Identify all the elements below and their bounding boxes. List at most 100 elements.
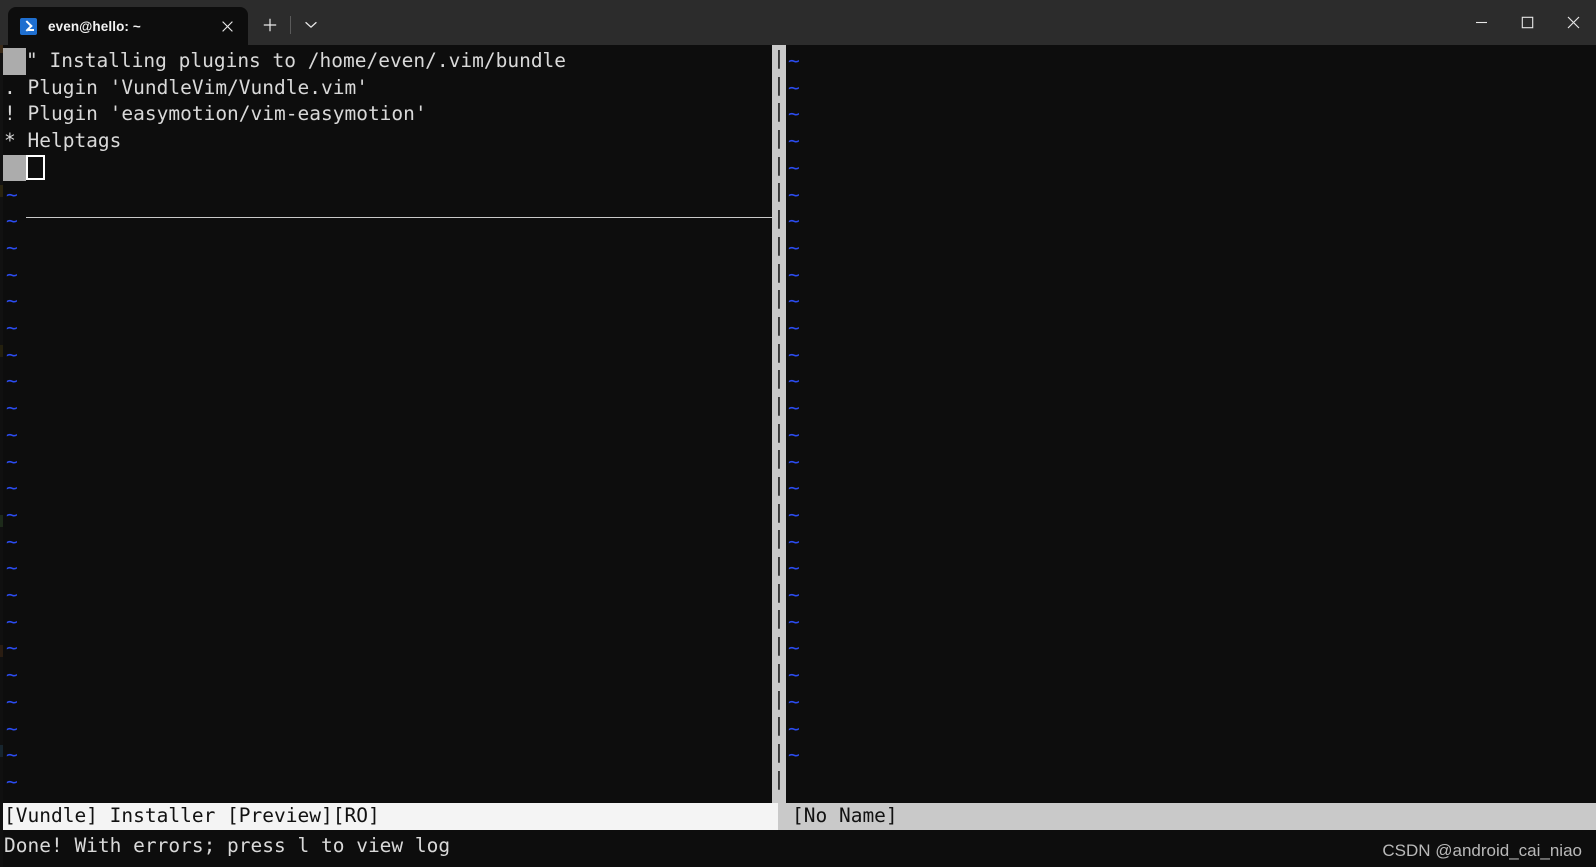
split-separator-glyph: | <box>773 260 785 283</box>
empty-line-marker: ~ <box>786 128 1596 155</box>
powershell-prompt-icon <box>20 17 37 35</box>
tilde-icon: ~ <box>788 49 800 72</box>
tilde-icon: ~ <box>788 556 800 580</box>
empty-line-marker: ~ <box>0 235 772 262</box>
tilde-icon: ~ <box>788 262 800 286</box>
cursor-line <box>0 154 772 182</box>
tilde-icon: ~ <box>788 422 800 446</box>
tilde-icon: ~ <box>788 235 800 259</box>
split-separator-glyph: | <box>773 313 785 336</box>
text-cursor <box>26 154 45 180</box>
terminal-window: even@hello: ~ " Installing plugins to /h… <box>0 0 1596 867</box>
tilde-icon: ~ <box>788 396 800 420</box>
plus-icon[interactable] <box>254 10 286 40</box>
tilde-icon: ~ <box>788 369 800 393</box>
buffer-line-text: . Plugin 'VundleVim/Vundle.vim' <box>4 75 368 99</box>
empty-line-marker: ~ <box>0 422 772 449</box>
empty-line-marker: ~ <box>786 208 1596 235</box>
tabbar-divider <box>290 16 291 34</box>
empty-line-marker: ~ <box>0 502 772 529</box>
window-controls <box>1458 0 1596 45</box>
fold-column-block <box>0 154 26 182</box>
buffer-line-text: " Installing plugins to /home/even/.vim/… <box>26 49 567 72</box>
split-separator-glyph: | <box>773 47 785 69</box>
statusline-right: [No Name] <box>778 803 1596 830</box>
empty-line-marker: ~ <box>0 368 772 395</box>
split-separator-glyph: | <box>773 180 785 203</box>
buffer-line: * Helptags <box>0 128 772 155</box>
empty-line-marker: ~ <box>0 182 772 209</box>
empty-line-marker: ~ <box>786 235 1596 262</box>
empty-line-marker: ~ <box>0 742 772 769</box>
empty-line-marker: ~ <box>786 582 1596 609</box>
window-split-separator[interactable]: | | | | | | | | | | | | | | | | | | | | | | | | | | | | <box>772 45 786 803</box>
empty-line-marker: ~ <box>786 502 1596 529</box>
empty-line-marker: ~ <box>786 342 1596 369</box>
empty-line-marker: ~ <box>0 662 772 689</box>
empty-line-marker: ~ <box>786 742 1596 769</box>
empty-line-marker: ~ <box>786 368 1596 395</box>
empty-line-marker: ~ <box>786 609 1596 636</box>
split-separator-glyph: | <box>773 420 785 443</box>
tilde-icon: ~ <box>788 316 800 339</box>
empty-line-marker: ~ <box>786 315 1596 342</box>
buffer-line-text: ! Plugin 'easymotion/vim-easymotion' <box>4 102 427 126</box>
split-separator-glyph: | <box>773 527 785 550</box>
tilde-icon: ~ <box>788 155 800 179</box>
split-separator-glyph: | <box>773 740 785 763</box>
empty-line-marker: ~ <box>0 529 772 556</box>
empty-line-marker: ~ <box>786 555 1596 582</box>
tilde-icon: ~ <box>788 209 800 233</box>
empty-line-marker: ~ <box>786 475 1596 502</box>
chevron-down-icon[interactable] <box>295 10 327 40</box>
empty-line-marker: ~ <box>786 101 1596 128</box>
empty-line-marker: ~ <box>0 635 772 662</box>
split-separator-glyph: | <box>773 340 785 363</box>
empty-line-marker: ~ <box>0 288 772 315</box>
split-separator-glyph: | <box>773 767 785 790</box>
split-separator-glyph: | <box>773 233 785 256</box>
csdn-watermark: CSDN @android_cai_niao <box>1382 841 1582 860</box>
split-separator-glyph: | <box>773 100 785 123</box>
split-separator-glyph: | <box>773 287 785 310</box>
empty-line-marker: ~ <box>0 395 772 422</box>
new-tab-group <box>248 7 327 45</box>
close-tab-icon[interactable] <box>212 12 242 40</box>
split-separator-glyph: | <box>773 73 785 96</box>
tilde-icon: ~ <box>788 75 800 99</box>
tilde-icon: ~ <box>788 636 800 660</box>
tilde-icon: ~ <box>788 716 800 740</box>
split-separator-glyph: | <box>773 127 785 150</box>
empty-line-marker: ~ <box>786 662 1596 689</box>
buffer-line-text: * Helptags <box>4 129 122 153</box>
empty-line-marker: ~ <box>786 635 1596 662</box>
tilde-icon: ~ <box>788 289 800 313</box>
empty-line-marker: ~ <box>786 529 1596 556</box>
split-separator-glyph: | <box>773 474 785 496</box>
empty-line-marker: ~ <box>0 769 772 796</box>
empty-line-marker: ~ <box>0 582 772 609</box>
terminal-content[interactable]: " Installing plugins to /home/even/.vim/… <box>0 45 1596 867</box>
buffer-line: ! Plugin 'easymotion/vim-easymotion' <box>0 101 772 128</box>
empty-line-marker: ~ <box>0 315 772 342</box>
close-button[interactable] <box>1550 0 1596 45</box>
split-separator-glyph: | <box>773 634 785 657</box>
split-separator-glyph: | <box>773 660 785 683</box>
empty-line-marker: ~ <box>786 288 1596 315</box>
maximize-button[interactable] <box>1504 0 1550 45</box>
empty-line-marker: ~ <box>786 449 1596 476</box>
empty-line-marker: ~ <box>786 182 1596 209</box>
tilde-icon: ~ <box>788 502 800 526</box>
split-separator-glyph: | <box>773 607 785 630</box>
empty-line-marker: ~ <box>0 555 772 582</box>
tab-even-hello[interactable]: even@hello: ~ <box>8 7 248 45</box>
buffer-line: " Installing plugins to /home/even/.vim/… <box>0 48 772 75</box>
empty-line-marker: ~ <box>786 422 1596 449</box>
buffer-line: . Plugin 'VundleVim/Vundle.vim' <box>0 75 772 102</box>
split-separator-glyph: | <box>773 367 785 390</box>
empty-line-marker: ~ <box>0 475 772 502</box>
empty-line-marker: ~ <box>0 609 772 636</box>
minimize-button[interactable] <box>1458 0 1504 45</box>
tilde-icon: ~ <box>788 583 800 606</box>
tilde-icon: ~ <box>788 609 800 633</box>
